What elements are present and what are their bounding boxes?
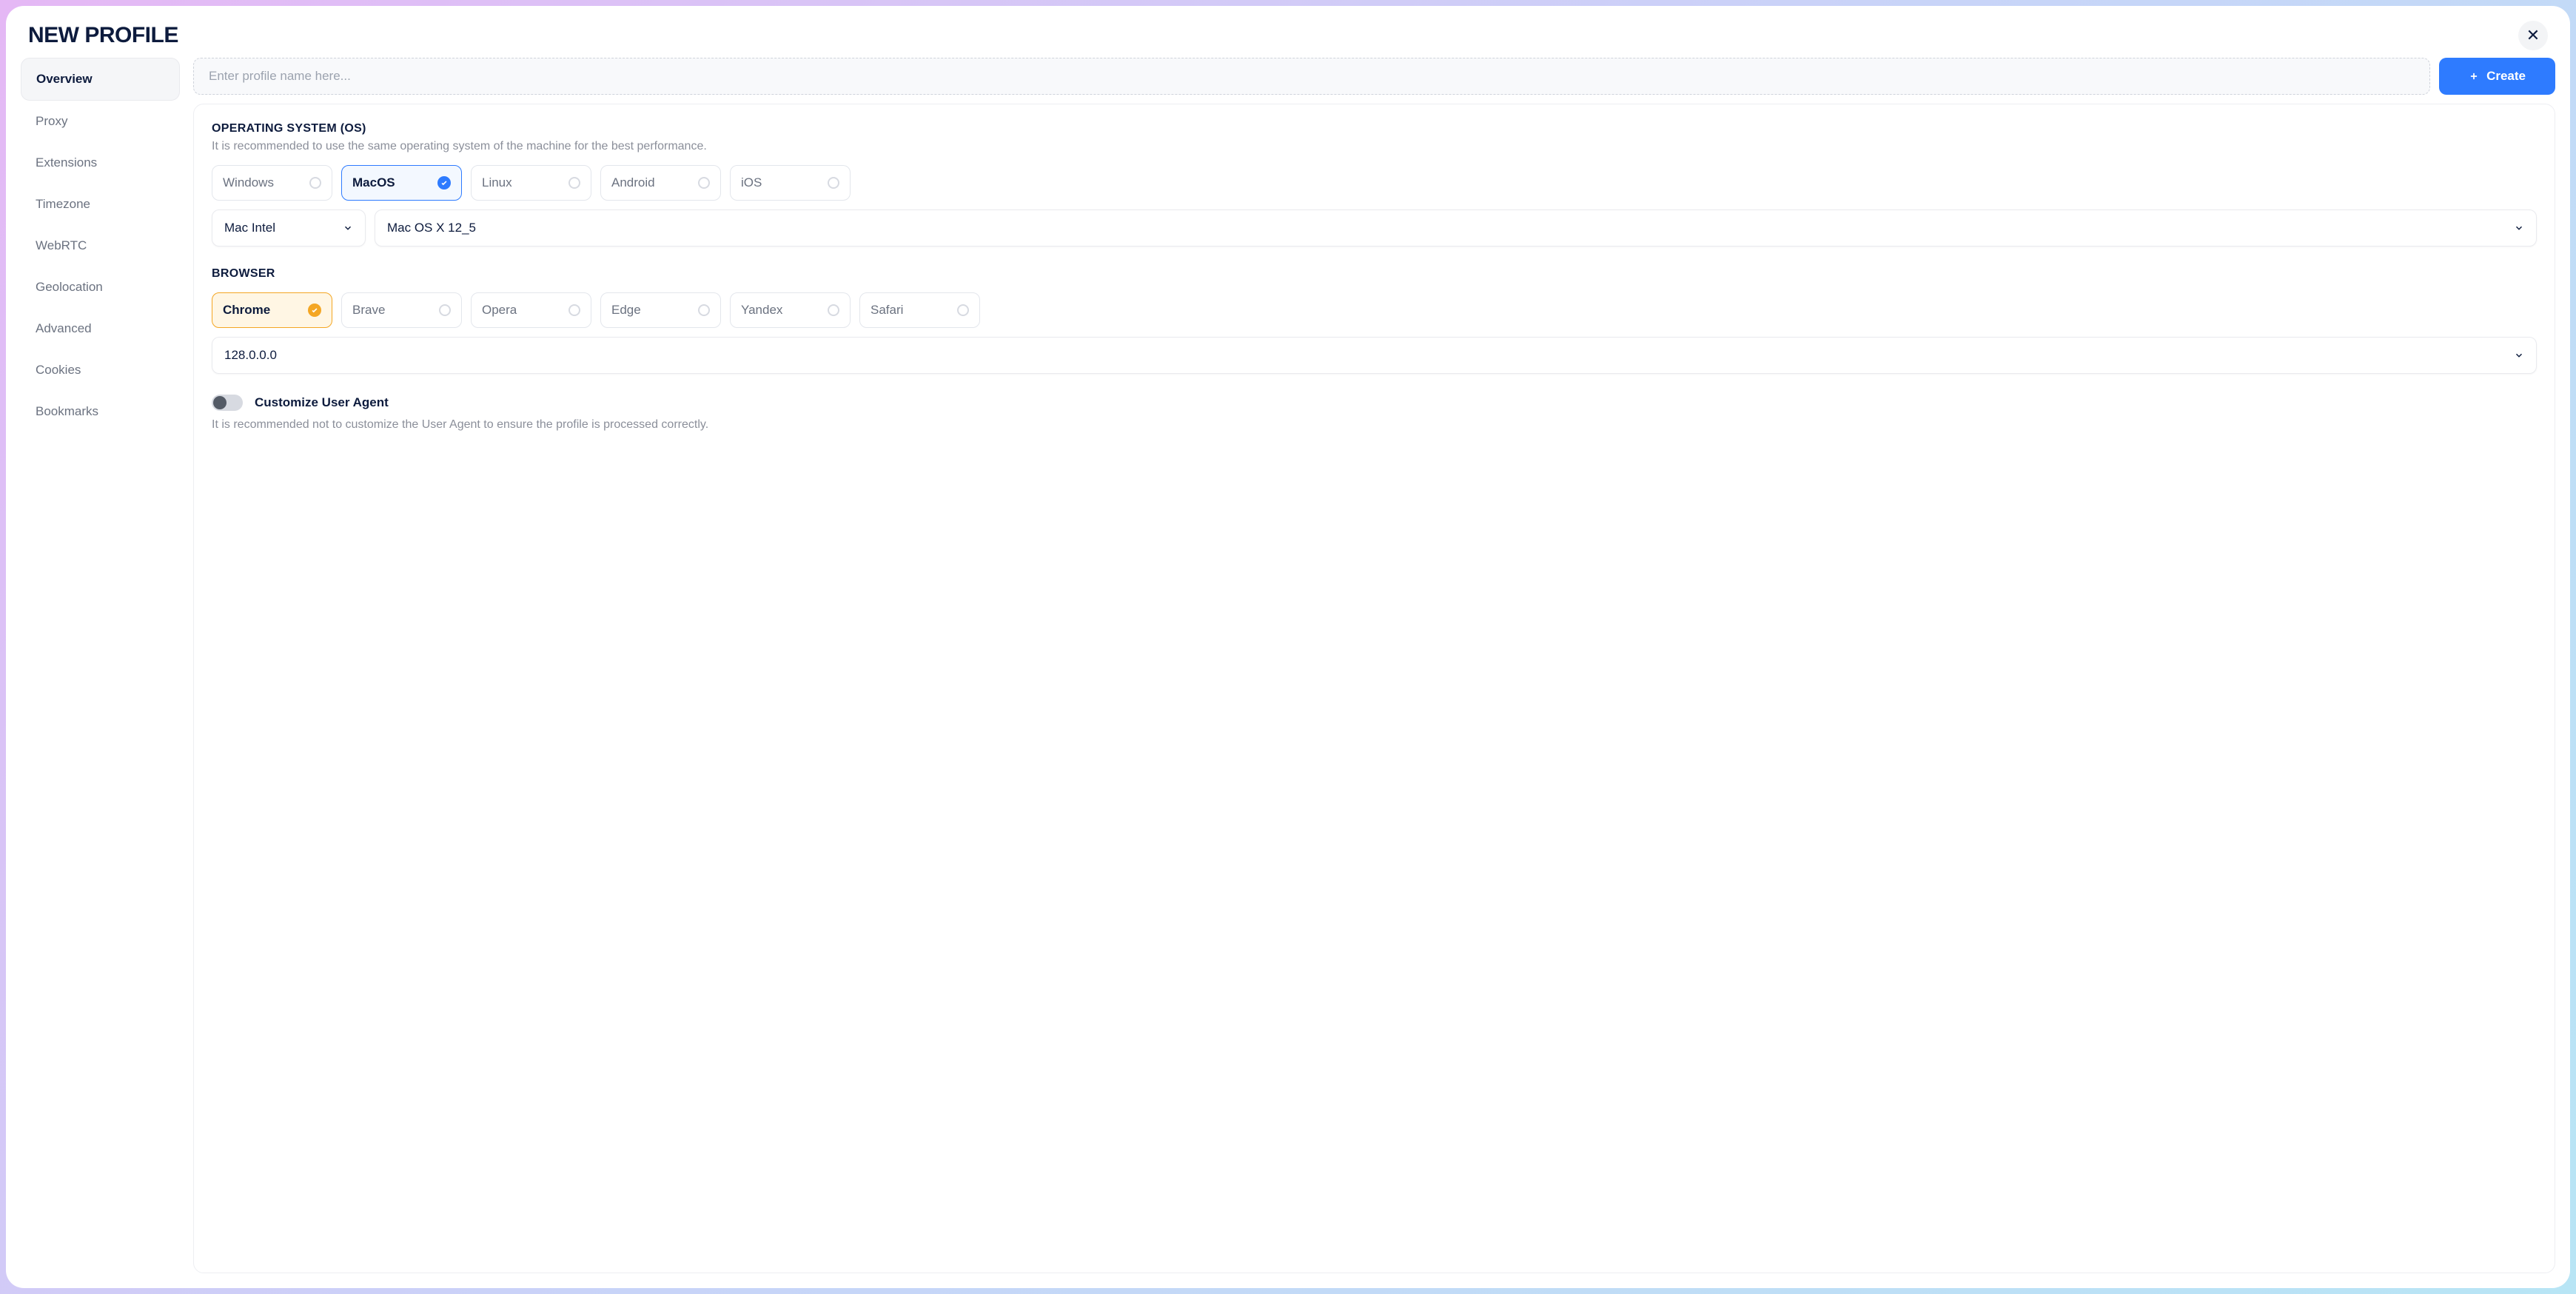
sidebar-item-proxy[interactable]: Proxy xyxy=(21,101,180,142)
os-option-ios[interactable]: iOS xyxy=(730,165,851,201)
ua-toggle-label: Customize User Agent xyxy=(255,395,389,410)
radio-icon xyxy=(698,177,710,189)
browser-option-safari[interactable]: Safari xyxy=(859,292,980,328)
os-option-linux[interactable]: Linux xyxy=(471,165,591,201)
check-icon xyxy=(437,176,451,190)
content: Create OPERATING SYSTEM (OS) It is recom… xyxy=(193,58,2555,1273)
sidebar-item-webrtc[interactable]: WebRTC xyxy=(21,225,180,266)
ua-hint: It is recommended not to customize the U… xyxy=(212,418,2537,432)
close-icon: ✕ xyxy=(2526,26,2540,45)
radio-icon xyxy=(698,304,710,316)
browser-version-select[interactable]: 128.0.0.0 xyxy=(212,337,2537,374)
browser-option-brave[interactable]: Brave xyxy=(341,292,462,328)
os-selects: Mac Intel Mac OS X 12_5 xyxy=(212,209,2537,247)
chevron-down-icon xyxy=(2514,223,2524,233)
os-section-title: OPERATING SYSTEM (OS) xyxy=(212,122,2537,135)
sidebar: Overview Proxy Extensions Timezone WebRT… xyxy=(21,58,180,1273)
create-button-label: Create xyxy=(2486,69,2526,84)
os-option-windows[interactable]: Windows xyxy=(212,165,332,201)
os-section-hint: It is recommended to use the same operat… xyxy=(212,140,2537,153)
customize-ua-toggle[interactable] xyxy=(212,395,243,411)
radio-icon xyxy=(309,177,321,189)
sidebar-item-extensions[interactable]: Extensions xyxy=(21,142,180,184)
create-button[interactable]: Create xyxy=(2439,58,2555,95)
modal-body: Overview Proxy Extensions Timezone WebRT… xyxy=(6,58,2570,1288)
chevron-down-icon xyxy=(343,223,353,233)
browser-option-opera[interactable]: Opera xyxy=(471,292,591,328)
os-option-macos[interactable]: MacOS xyxy=(341,165,462,201)
os-options: Windows MacOS Linux Android xyxy=(212,165,2537,201)
sidebar-item-timezone[interactable]: Timezone xyxy=(21,184,180,225)
radio-icon xyxy=(957,304,969,316)
top-row: Create xyxy=(193,58,2555,95)
sidebar-item-overview[interactable]: Overview xyxy=(21,58,180,101)
radio-icon xyxy=(568,177,580,189)
os-version-select[interactable]: Mac OS X 12_5 xyxy=(375,209,2537,247)
os-arch-select[interactable]: Mac Intel xyxy=(212,209,366,247)
check-icon xyxy=(308,304,321,317)
sidebar-item-cookies[interactable]: Cookies xyxy=(21,349,180,391)
modal-header: NEW PROFILE ✕ xyxy=(6,6,2570,58)
os-option-android[interactable]: Android xyxy=(600,165,721,201)
browser-option-chrome[interactable]: Chrome xyxy=(212,292,332,328)
radio-icon xyxy=(439,304,451,316)
radio-icon xyxy=(828,177,839,189)
modal-title: NEW PROFILE xyxy=(28,23,178,48)
sidebar-item-bookmarks[interactable]: Bookmarks xyxy=(21,391,180,432)
ua-toggle-row: Customize User Agent xyxy=(212,395,2537,411)
settings-panel: OPERATING SYSTEM (OS) It is recommended … xyxy=(193,104,2555,1273)
radio-icon xyxy=(828,304,839,316)
plus-icon xyxy=(2469,71,2479,81)
browser-option-edge[interactable]: Edge xyxy=(600,292,721,328)
new-profile-modal: NEW PROFILE ✕ Overview Proxy Extensions … xyxy=(6,6,2570,1288)
close-button[interactable]: ✕ xyxy=(2518,21,2548,50)
chevron-down-icon xyxy=(2514,350,2524,361)
sidebar-item-geolocation[interactable]: Geolocation xyxy=(21,266,180,308)
browser-option-yandex[interactable]: Yandex xyxy=(730,292,851,328)
browser-section-title: BROWSER xyxy=(212,267,2537,281)
radio-icon xyxy=(568,304,580,316)
browser-options: Chrome Brave Opera Edge xyxy=(212,292,2537,328)
sidebar-item-advanced[interactable]: Advanced xyxy=(21,308,180,349)
toggle-knob xyxy=(213,396,227,409)
profile-name-input[interactable] xyxy=(193,58,2430,95)
